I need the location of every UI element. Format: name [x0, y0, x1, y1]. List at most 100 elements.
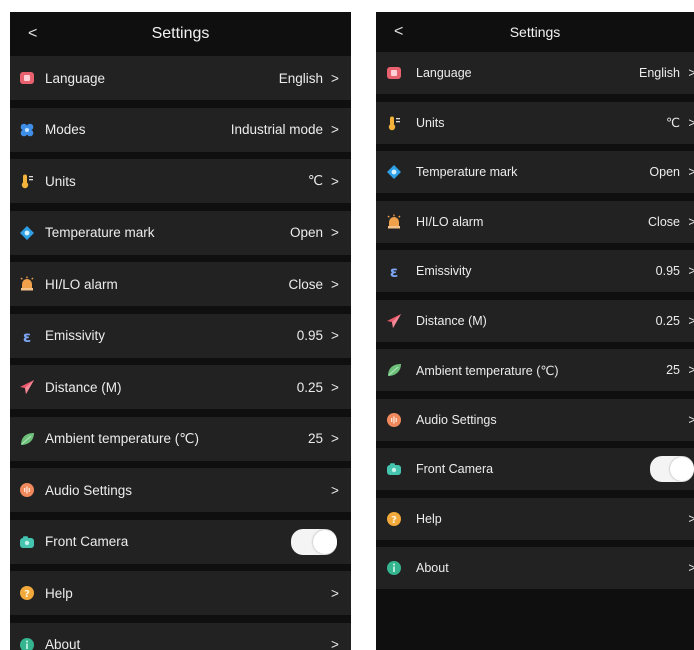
settings-row-about[interactable]: About >: [10, 622, 351, 650]
distance-icon: [19, 379, 35, 395]
chevron-right-icon: >: [688, 264, 694, 278]
row-label: About: [45, 637, 81, 650]
settings-row-hi-lo-alarm[interactable]: HI/LO alarm Close >: [376, 200, 694, 243]
settings-row-ambient-temperature[interactable]: Ambient temperature (℃) 25 >: [376, 349, 694, 391]
settings-row-language[interactable]: Language English >: [376, 52, 694, 94]
settings-row-emissivity[interactable]: ε Emissivity 0.95 >: [376, 250, 694, 292]
row-label: HI/LO alarm: [45, 276, 118, 292]
help-icon: ?: [386, 511, 402, 527]
front-camera-toggle[interactable]: [291, 528, 337, 555]
chevron-right-icon: >: [688, 561, 694, 575]
chevron-right-icon: >: [331, 379, 339, 395]
chevron-right-icon: >: [688, 214, 694, 229]
toggle-knob: [313, 529, 337, 554]
chevron-right-icon: >: [331, 225, 339, 240]
chevron-right-icon: >: [331, 637, 339, 650]
settings-row-hi-lo-alarm[interactable]: HI/LO alarm Close >: [10, 262, 351, 306]
settings-row-front-camera[interactable]: Front Camera: [376, 448, 694, 490]
svg-text:?: ?: [24, 589, 30, 600]
chevron-right-icon: >: [688, 115, 694, 130]
chevron-right-icon: >: [331, 173, 339, 189]
row-label: Language: [45, 70, 106, 86]
chevron-right-icon: >: [331, 276, 339, 292]
language-icon: [386, 65, 402, 81]
back-button[interactable]: <: [28, 12, 37, 56]
row-value: 25: [307, 431, 323, 446]
page-title: Settings: [509, 24, 561, 40]
row-label: Help: [416, 511, 442, 526]
settings-row-ambient-temperature[interactable]: Ambient temperature (℃) 25 >: [10, 416, 351, 461]
settings-row-audio-settings[interactable]: Audio Settings >: [10, 468, 351, 512]
row-label: About: [416, 561, 449, 575]
row-value: English: [278, 70, 323, 86]
settings-row-units[interactable]: Units ℃ >: [376, 101, 694, 144]
row-value: 0.25: [296, 379, 323, 395]
svg-text:ε: ε: [390, 263, 398, 279]
settings-row-about[interactable]: About >: [376, 547, 694, 589]
svg-text:?: ?: [391, 514, 397, 525]
front-camera-toggle[interactable]: [650, 456, 694, 482]
row-label: Audio Settings: [45, 482, 133, 498]
row-label: Emissivity: [45, 328, 105, 343]
back-button[interactable]: <: [394, 12, 403, 52]
page-title: Settings: [151, 25, 210, 42]
row-label: Help: [45, 585, 73, 601]
settings-screen-left: < Settings Language English > Modes Industri…: [10, 12, 351, 650]
row-value: Open: [649, 165, 680, 179]
settings-row-temperature-mark[interactable]: Temperature mark Open >: [376, 151, 694, 193]
settings-row-temperature-mark[interactable]: Temperature mark Open >: [10, 210, 351, 255]
row-label: Temperature mark: [45, 225, 155, 240]
settings-row-help[interactable]: ? Help >: [10, 571, 351, 615]
leaf-icon: [386, 362, 402, 378]
chevron-right-icon: >: [688, 165, 694, 179]
settings-row-front-camera[interactable]: Front Camera: [10, 519, 351, 564]
chevron-right-icon: >: [331, 70, 339, 86]
row-label: Front Camera: [416, 462, 494, 476]
row-value: ℃: [307, 173, 323, 188]
row-label: HI/LO alarm: [416, 214, 484, 229]
audio-icon: [19, 482, 35, 498]
camera-icon: [386, 461, 402, 477]
row-label: Ambient temperature (℃): [416, 363, 559, 378]
temperature-mark-icon: [386, 164, 402, 180]
row-value: 0.95: [655, 264, 680, 278]
alarm-icon: [19, 276, 35, 292]
settings-screen-right: < Settings Language English > Units ℃ > Temper…: [376, 12, 694, 650]
settings-row-audio-settings[interactable]: Audio Settings >: [376, 398, 694, 441]
about-icon: [19, 637, 35, 650]
chevron-right-icon: >: [331, 328, 339, 343]
distance-icon: [386, 313, 402, 329]
leaf-icon: [19, 431, 35, 447]
row-value: Open: [289, 225, 323, 240]
settings-row-language[interactable]: Language English >: [10, 56, 351, 100]
row-label: Ambient temperature (℃): [45, 430, 199, 446]
audio-icon: [386, 412, 402, 428]
row-label: Language: [416, 66, 472, 80]
row-label: Emissivity: [416, 264, 472, 278]
thermometer-icon: [19, 173, 35, 189]
settings-row-emissivity[interactable]: ε Emissivity 0.95 >: [10, 313, 351, 358]
row-value: ℃: [665, 116, 680, 130]
row-label: Audio Settings: [416, 412, 497, 427]
chevron-right-icon: >: [688, 313, 694, 328]
row-value: Industrial mode: [230, 122, 323, 137]
modes-icon: [19, 122, 35, 138]
settings-row-distance-m[interactable]: Distance (M) 0.25 >: [10, 365, 351, 409]
row-value: Close: [648, 214, 680, 229]
chevron-right-icon: >: [688, 363, 694, 377]
chevron-right-icon: >: [331, 431, 339, 446]
header: < Settings: [10, 12, 351, 56]
help-icon: ?: [19, 585, 35, 601]
settings-row-distance-m[interactable]: Distance (M) 0.25 >: [376, 299, 694, 342]
row-value: English: [639, 66, 680, 80]
settings-row-help[interactable]: ? Help >: [376, 497, 694, 540]
emissivity-icon: ε: [19, 328, 35, 344]
row-label: Units: [416, 115, 445, 130]
alarm-icon: [386, 214, 402, 230]
header: < Settings: [376, 12, 694, 52]
row-value: 0.25: [655, 313, 680, 328]
chevron-right-icon: >: [331, 585, 339, 601]
settings-row-units[interactable]: Units ℃ >: [10, 159, 351, 203]
chevron-right-icon: >: [688, 511, 694, 526]
settings-row-modes[interactable]: Modes Industrial mode >: [10, 107, 351, 152]
